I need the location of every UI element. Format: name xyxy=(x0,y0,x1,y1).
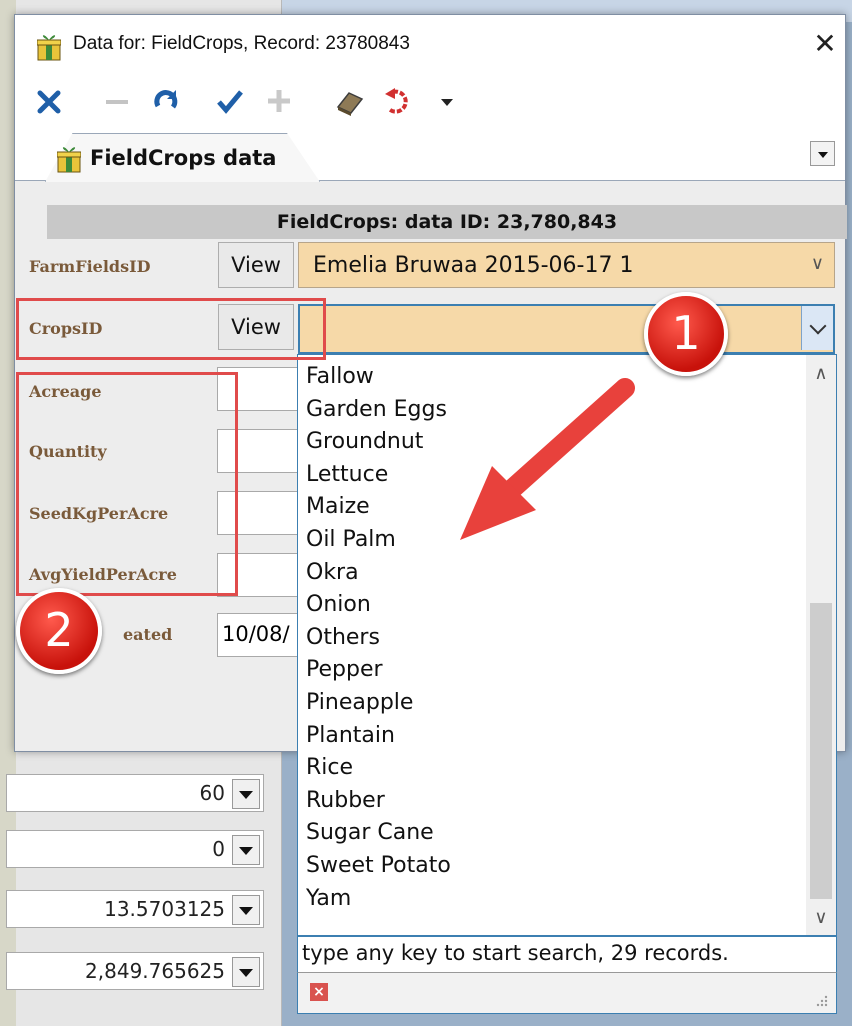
scroll-down-icon[interactable]: ∨ xyxy=(806,903,836,933)
dropdown-arrow-icon[interactable] xyxy=(232,957,260,987)
tab-strip: FieldCrops data xyxy=(15,127,845,182)
title-bar: Data for: FieldCrops, Record: 23780843 ✕ xyxy=(15,15,845,77)
toolbar xyxy=(15,77,845,127)
farmfieldsid-label: FarmFieldsID xyxy=(29,257,151,276)
crop-option[interactable]: Yam xyxy=(306,883,451,916)
crop-option[interactable]: Oil Palm xyxy=(306,524,451,557)
farmfieldsid-view-button[interactable]: View xyxy=(218,242,294,288)
annotation-badge-1: 1 xyxy=(644,292,728,376)
crop-option[interactable]: Others xyxy=(306,622,451,655)
crop-option[interactable]: Groundnut xyxy=(306,426,451,459)
chevron-down-icon[interactable] xyxy=(801,306,833,350)
tab-label: FieldCrops data xyxy=(90,146,277,170)
background-field-1[interactable]: 60 xyxy=(6,774,264,812)
crop-option[interactable]: Okra xyxy=(306,557,451,590)
scrollbar-thumb[interactable] xyxy=(810,603,832,899)
dropdown-search-hint: type any key to start search, 29 records… xyxy=(297,936,837,976)
crop-option[interactable]: Pineapple xyxy=(306,687,451,720)
eraser-icon[interactable] xyxy=(335,85,365,117)
crop-option[interactable]: Sugar Cane xyxy=(306,817,451,850)
background-field-3[interactable]: 13.5703125 xyxy=(6,890,264,928)
farmfieldsid-select[interactable]: Emelia Bruwaa 2015-06-17 1 ∨ xyxy=(298,242,835,288)
chevron-down-icon: ∨ xyxy=(810,253,824,274)
crop-option[interactable]: Pepper xyxy=(306,654,451,687)
tab-menu-button[interactable] xyxy=(810,141,835,166)
record-header: FieldCrops: data ID: 23,780,843 xyxy=(47,205,847,239)
cropsid-select[interactable] xyxy=(298,304,835,354)
close-icon[interactable]: ✕ xyxy=(811,27,839,61)
resize-grip-icon[interactable] xyxy=(816,995,828,1007)
crop-option[interactable]: Fallow xyxy=(306,361,451,394)
dropdown-scrollbar[interactable]: ∧ ∨ xyxy=(806,355,836,935)
cancel-icon[interactable] xyxy=(35,85,63,117)
crop-option[interactable]: Lettuce xyxy=(306,459,451,492)
crop-option[interactable]: Garden Eggs xyxy=(306,394,451,427)
undo-icon[interactable] xyxy=(381,85,415,117)
crop-option[interactable]: Plantain xyxy=(306,720,451,753)
highlight-numeric-fields xyxy=(16,372,238,596)
dropdown-arrow-icon[interactable] xyxy=(232,895,260,925)
crop-option[interactable]: Rubber xyxy=(306,785,451,818)
farmfieldsid-value: Emelia Bruwaa 2015-06-17 1 xyxy=(313,253,634,278)
dropdown-arrow-icon[interactable] xyxy=(232,835,260,865)
clear-icon[interactable]: × xyxy=(310,983,328,1001)
background-field-2[interactable]: 0 xyxy=(6,830,264,868)
dropdown-arrow-icon[interactable] xyxy=(232,779,260,809)
annotation-badge-2: 2 xyxy=(16,588,102,674)
refresh-icon[interactable] xyxy=(151,85,181,117)
background-field-4[interactable]: 2,849.765625 xyxy=(6,952,264,990)
crop-option[interactable]: Sweet Potato xyxy=(306,850,451,883)
delete-icon[interactable] xyxy=(103,85,131,117)
add-icon[interactable] xyxy=(265,85,293,117)
dropdown-arrow-icon[interactable] xyxy=(437,85,457,117)
crop-option[interactable]: Onion xyxy=(306,589,451,622)
window-title: Data for: FieldCrops, Record: 23780843 xyxy=(73,33,410,54)
crop-option[interactable]: Maize xyxy=(306,491,451,524)
crops-option-list: Fallow Garden Eggs Groundnut Lettuce Maize Oi… xyxy=(306,361,451,915)
datecreated-label: eated xyxy=(123,625,173,644)
gift-box-icon xyxy=(37,35,61,61)
datecreated-input[interactable]: 10/08/ xyxy=(217,613,301,657)
arrow-annotation-icon xyxy=(460,378,635,540)
crop-option[interactable]: Rice xyxy=(306,752,451,785)
scroll-up-icon[interactable]: ∧ xyxy=(806,359,836,389)
highlight-cropsid xyxy=(16,298,326,360)
gift-box-icon xyxy=(57,147,81,173)
save-check-icon[interactable] xyxy=(215,85,245,117)
dropdown-footer: × xyxy=(297,972,837,1014)
